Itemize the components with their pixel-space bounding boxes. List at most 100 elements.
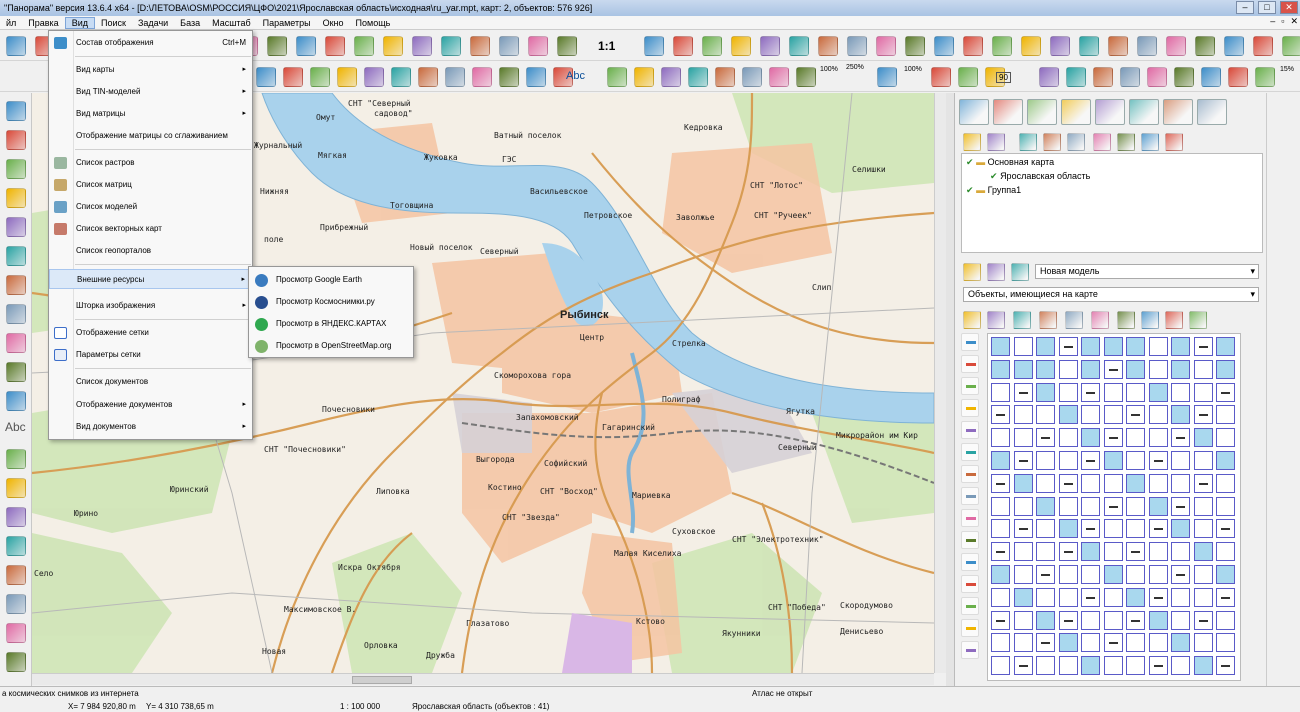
legend-cell[interactable] xyxy=(1081,359,1100,379)
maximize-button[interactable]: □ xyxy=(1258,1,1276,14)
toolbar-tool-button[interactable] xyxy=(1166,36,1186,56)
legend-cell[interactable] xyxy=(1126,656,1145,676)
zoom-percent-b[interactable]: 250% xyxy=(846,64,864,71)
primitive-tool-button[interactable] xyxy=(961,487,979,505)
menu-tasks[interactable]: Задачи xyxy=(132,18,174,28)
menu-item-grid-params[interactable]: Параметры сетки xyxy=(49,345,252,365)
edit-tool-button[interactable] xyxy=(256,67,276,87)
legend-cell[interactable] xyxy=(1148,565,1168,584)
toolbar-tool-button[interactable] xyxy=(1050,36,1070,56)
legend-cell[interactable] xyxy=(1058,519,1078,539)
left-tool-button[interactable] xyxy=(6,594,26,614)
panel-tool-button[interactable] xyxy=(1117,133,1135,151)
toolbar-tool-button[interactable] xyxy=(934,36,954,56)
panel-splitter[interactable] xyxy=(946,93,954,686)
legend-cell[interactable] xyxy=(1103,656,1123,676)
primitive-tool-button[interactable] xyxy=(961,641,979,659)
legend-cell[interactable] xyxy=(1216,428,1235,448)
panel-tab[interactable] xyxy=(1027,99,1057,125)
mdi-minimize-button[interactable]: – xyxy=(1270,16,1275,27)
menu-scale[interactable]: Масштаб xyxy=(206,18,257,28)
legend-cell[interactable] xyxy=(1013,382,1033,402)
toolbar-tool-button[interactable] xyxy=(354,36,374,56)
legend-cell[interactable] xyxy=(1216,337,1235,356)
panel-tab[interactable] xyxy=(993,99,1023,125)
legend-cell[interactable] xyxy=(1193,565,1213,584)
edit-tool-button[interactable] xyxy=(1066,67,1086,87)
panel-tab[interactable] xyxy=(1197,99,1227,125)
legend-cell[interactable] xyxy=(1171,610,1190,630)
left-tool-button[interactable] xyxy=(6,391,26,411)
edit-tool-button[interactable] xyxy=(391,67,411,87)
primitive-tool-button[interactable] xyxy=(961,553,979,571)
primitive-tool-button[interactable] xyxy=(961,509,979,527)
legend-cell[interactable] xyxy=(1058,565,1078,584)
primitive-tool-button[interactable] xyxy=(961,619,979,637)
primitive-tool-button[interactable] xyxy=(961,531,979,549)
toolbar-tool-button[interactable] xyxy=(876,36,896,56)
legend-cell[interactable] xyxy=(1058,542,1078,562)
left-abc-button[interactable]: Abc xyxy=(5,420,26,434)
legend-cell[interactable] xyxy=(991,451,1010,470)
panel-tab[interactable] xyxy=(1129,99,1159,125)
legend-cell[interactable] xyxy=(1148,633,1168,653)
legend-cell[interactable] xyxy=(1171,542,1190,562)
legend-cell[interactable] xyxy=(1013,428,1033,448)
object-legend-grid[interactable] xyxy=(987,333,1241,681)
menu-item-document-view[interactable]: Вид документов ▸ xyxy=(49,417,252,437)
legend-cell[interactable] xyxy=(1148,473,1168,493)
panel-tool-button[interactable] xyxy=(1165,311,1183,329)
legend-cell[interactable] xyxy=(1058,587,1078,607)
legend-cell[interactable] xyxy=(1148,656,1168,676)
legend-cell[interactable] xyxy=(1036,519,1055,539)
legend-cell[interactable] xyxy=(1148,587,1168,607)
rotate-90-button[interactable]: 90 xyxy=(996,72,1011,83)
panel-tool-button[interactable] xyxy=(1013,311,1031,329)
menu-item-raster-list[interactable]: Список растров xyxy=(49,153,252,173)
legend-cell[interactable] xyxy=(1126,565,1145,584)
legend-cell[interactable] xyxy=(1013,610,1033,630)
legend-cell[interactable] xyxy=(1036,565,1055,584)
edit-tool-button[interactable] xyxy=(337,67,357,87)
panel-tool-button[interactable] xyxy=(963,311,981,329)
edit-tool-button[interactable] xyxy=(688,67,708,87)
toolbar-tool-button[interactable] xyxy=(441,36,461,56)
left-tool-button[interactable] xyxy=(6,652,26,672)
legend-cell[interactable] xyxy=(1148,610,1168,630)
edit-tool-button[interactable] xyxy=(1201,67,1221,87)
legend-cell[interactable] xyxy=(1036,496,1055,516)
legend-cell[interactable] xyxy=(1171,405,1190,425)
legend-cell[interactable] xyxy=(1148,382,1168,402)
panel-tool-button[interactable] xyxy=(987,263,1005,281)
legend-cell[interactable] xyxy=(1103,428,1123,448)
primitive-tool-button[interactable] xyxy=(961,597,979,615)
left-tool-button[interactable] xyxy=(6,130,26,150)
legend-cell[interactable] xyxy=(991,496,1010,516)
legend-cell[interactable] xyxy=(1036,656,1055,676)
legend-cell[interactable] xyxy=(1126,519,1145,539)
legend-cell[interactable] xyxy=(1193,519,1213,539)
menu-item-grid-display[interactable]: Отображение сетки xyxy=(49,323,252,343)
left-tool-button[interactable] xyxy=(6,507,26,527)
toolbar-tool-button[interactable] xyxy=(1224,36,1244,56)
legend-cell[interactable] xyxy=(1081,405,1100,425)
zoom-percent-c[interactable]: 100% xyxy=(904,66,922,73)
map-layers-tree[interactable]: ✔ ▬ Основная карта ✔ Ярославская область… xyxy=(961,153,1263,253)
legend-cell[interactable] xyxy=(1148,359,1168,379)
legend-cell[interactable] xyxy=(1081,587,1100,607)
objects-filter-select[interactable]: Объекты, имеющиеся на карте xyxy=(963,287,1259,302)
legend-cell[interactable] xyxy=(1126,428,1145,448)
toolbar-tool-button[interactable] xyxy=(1253,36,1273,56)
legend-cell[interactable] xyxy=(1126,542,1145,562)
edit-tool-button[interactable] xyxy=(472,67,492,87)
legend-cell[interactable] xyxy=(1036,359,1055,379)
legend-cell[interactable] xyxy=(1103,633,1123,653)
primitive-tool-button[interactable] xyxy=(961,399,979,417)
primitive-tool-button[interactable] xyxy=(961,355,979,373)
legend-cell[interactable] xyxy=(1126,451,1145,470)
menu-item-model-list[interactable]: Список моделей xyxy=(49,197,252,217)
map-horizontal-scrollbar[interactable] xyxy=(32,673,934,685)
legend-cell[interactable] xyxy=(1126,610,1145,630)
legend-cell[interactable] xyxy=(1058,382,1078,402)
panel-tool-button[interactable] xyxy=(1165,133,1183,151)
